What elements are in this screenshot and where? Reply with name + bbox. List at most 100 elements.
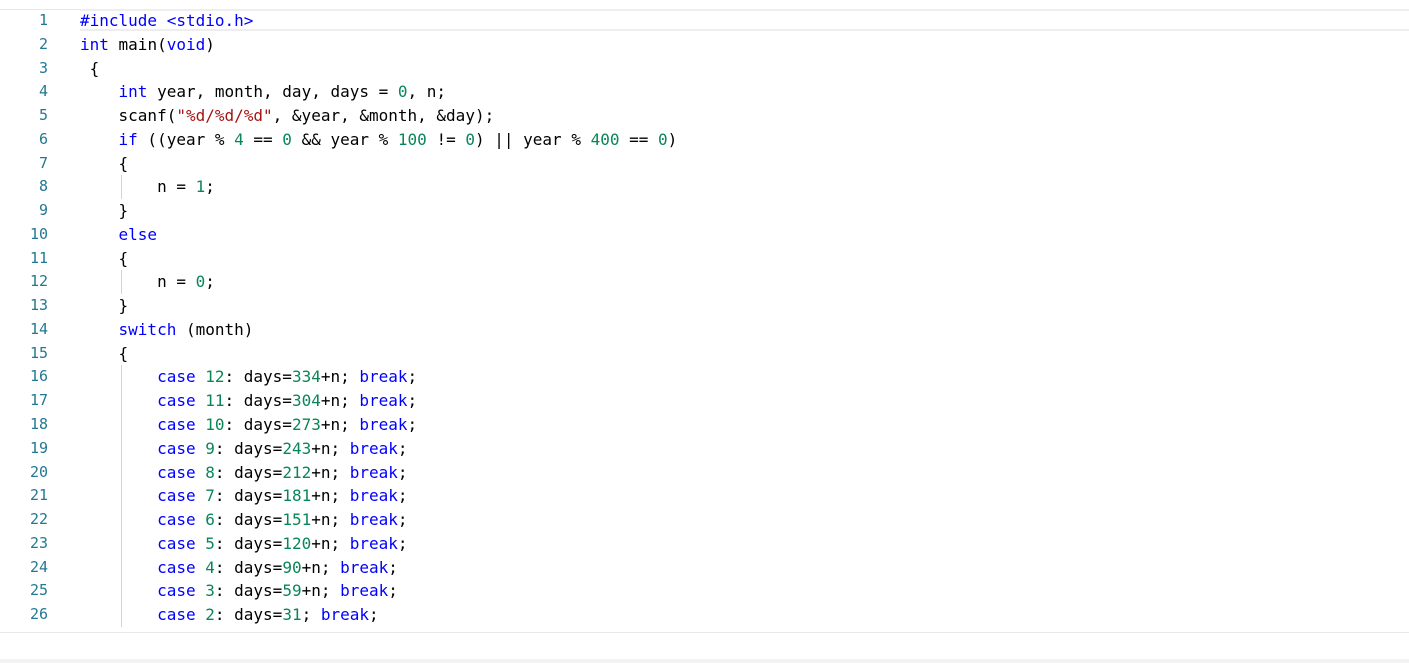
code-token: ; <box>205 272 215 292</box>
code-token: +n; <box>301 557 341 577</box>
code-token: ; <box>388 557 398 577</box>
line-number: 18 <box>29 415 48 434</box>
code-token: n = <box>80 177 196 197</box>
code-token: } <box>80 296 129 316</box>
code-line[interactable]: int main(void) <box>80 33 1409 57</box>
code-line[interactable]: else <box>80 223 1409 247</box>
code-line[interactable]: case 7: days=181+n; break; <box>80 484 1409 509</box>
code-token: { <box>80 58 100 78</box>
code-token-num: 3 <box>205 581 215 601</box>
indent-guide <box>121 484 123 509</box>
code-token: +n; <box>320 391 360 411</box>
code-area[interactable]: #include <stdio.h> int main(void) { int y… <box>80 9 1409 627</box>
line-number: 24 <box>29 557 48 576</box>
code-line[interactable]: switch (month) <box>80 318 1409 342</box>
code-token-kw: case <box>157 367 196 387</box>
code-token-num: 5 <box>205 533 215 553</box>
code-line[interactable]: int year, month, day, days = 0, n; <box>80 80 1409 104</box>
code-token-kw: case <box>157 605 196 625</box>
code-token-kw: break <box>349 533 398 553</box>
code-token-kw: case <box>157 581 196 601</box>
code-token: { <box>80 343 129 363</box>
code-token: ((year % <box>137 129 235 149</box>
code-line[interactable]: scanf("%d/%d/%d", &year, &month, &day); <box>80 104 1409 128</box>
line-number: 1 <box>38 11 48 29</box>
code-line[interactable]: { <box>80 247 1409 271</box>
code-token-num: 0 <box>397 82 408 102</box>
code-token: ; <box>407 391 418 411</box>
code-token: : days= <box>214 438 283 458</box>
line-number: 25 <box>29 581 48 600</box>
code-token: +n; <box>311 462 350 482</box>
line-number: 13 <box>29 296 48 315</box>
code-token-num: 181 <box>282 486 312 506</box>
code-token-num: 8 <box>205 462 215 482</box>
code-line[interactable]: } <box>80 294 1409 318</box>
code-line[interactable]: #include <stdio.h> <box>80 9 1409 33</box>
code-line[interactable]: n = 0; <box>80 270 1409 295</box>
horizontal-scrollbar[interactable] <box>0 659 1409 663</box>
code-token-pp: #include <stdio.h> <box>80 11 254 30</box>
code-line[interactable]: case 8: days=212+n; break; <box>80 460 1409 485</box>
line-number: 2 <box>38 34 48 53</box>
line-number: 20 <box>29 462 48 481</box>
code-token-kw: break <box>320 605 370 625</box>
line-number: 8 <box>38 177 48 196</box>
code-line[interactable]: case 5: days=120+n; break; <box>80 531 1409 556</box>
code-token: ; <box>407 367 418 387</box>
code-line[interactable]: case 10: days=273+n; break; <box>80 413 1409 437</box>
code-token-num: 100 <box>397 129 427 149</box>
line-number-gutter[interactable]: 1 2 3 4 5 6 7 8 9 10 11 12 13 14 15 16 17 18 19 20 21 22 23 24 2… <box>0 9 60 627</box>
code-token-num: 90 <box>282 557 302 577</box>
code-line[interactable]: { <box>80 152 1409 176</box>
code-editor[interactable]: 1 2 3 4 5 6 7 8 9 10 11 12 13 14 15 16 17 18 19 20 21 22 23 24 2… <box>0 0 1409 663</box>
code-token: == <box>619 129 659 149</box>
code-line[interactable]: case 3: days=59+n; break; <box>80 579 1409 604</box>
code-line[interactable]: case 2: days=31; break; <box>80 603 1409 627</box>
code-token: : days= <box>214 462 283 482</box>
indent-guide <box>121 175 123 200</box>
code-token-kw: case <box>157 415 196 435</box>
line-number: 23 <box>29 533 48 552</box>
code-line[interactable]: n = 1; <box>80 175 1409 200</box>
code-line[interactable]: case 12: days=334+n; break; <box>80 365 1409 390</box>
code-token: ; <box>388 581 398 601</box>
code-token-kw: else <box>118 224 158 244</box>
code-token-num: 4 <box>234 129 244 149</box>
code-token-kw: break <box>359 415 408 435</box>
code-line[interactable]: { <box>80 57 1409 81</box>
indent-guide <box>121 270 123 295</box>
code-line[interactable]: case 9: days=243+n; break; <box>80 436 1409 461</box>
code-token-kw: switch <box>118 319 177 339</box>
code-token-kw: void <box>166 34 206 54</box>
code-line[interactable]: if ((year % 4 == 0 && year % 100 != 0) |… <box>80 128 1409 152</box>
code-token: +n; <box>311 533 350 553</box>
code-token-num: 0 <box>658 129 668 149</box>
code-line[interactable]: case 6: days=151+n; break; <box>80 508 1409 532</box>
code-token: ; <box>407 415 418 435</box>
line-number: 7 <box>38 153 48 172</box>
code-token: ; <box>397 533 408 553</box>
code-line[interactable]: { <box>80 342 1409 366</box>
code-line[interactable]: } <box>80 199 1409 223</box>
code-token: : days= <box>214 605 283 625</box>
code-token-kw: break <box>340 581 389 601</box>
code-token-num: 273 <box>291 415 321 435</box>
code-line[interactable]: case 4: days=90+n; break; <box>80 555 1409 580</box>
code-line[interactable]: case 11: days=304+n; break; <box>80 389 1409 414</box>
code-token-num: 334 <box>291 367 321 387</box>
code-token-kw: break <box>349 462 398 482</box>
